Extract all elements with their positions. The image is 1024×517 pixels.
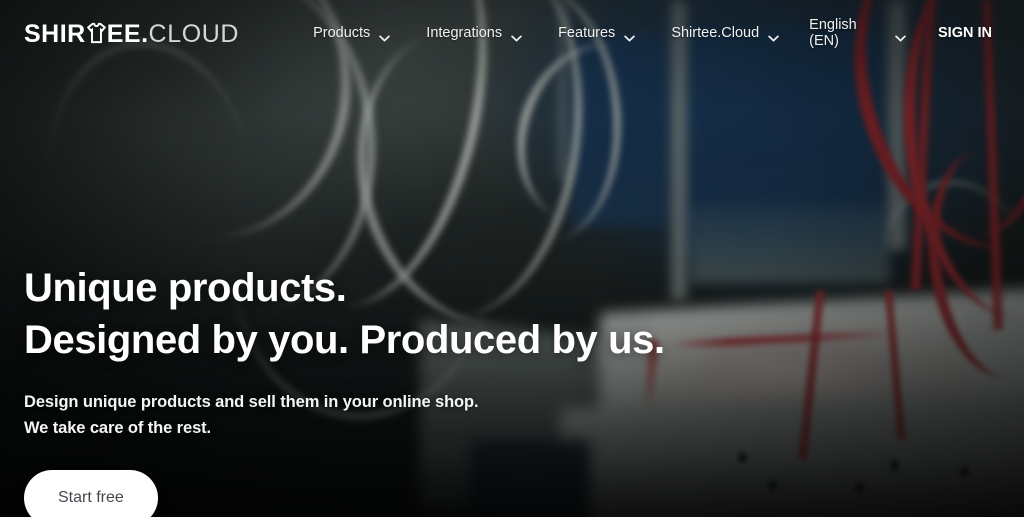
header-actions: English (EN) SIGN IN (797, 11, 1002, 55)
hero-section: SHIR EE . CLOUD Products Integrations Fe… (0, 0, 1024, 517)
chevron-down-icon (768, 30, 779, 41)
site-header: SHIR EE . CLOUD Products Integrations Fe… (0, 0, 1024, 66)
logo-cloud-text: CLOUD (148, 19, 240, 48)
logo-brand-prefix: SHIR (24, 19, 86, 48)
headline-line-2: Designed by you. Produced by us. (24, 318, 665, 362)
sign-in-link[interactable]: SIGN IN (918, 19, 1002, 47)
nav-item-label: Shirtee.Cloud (671, 25, 760, 41)
chevron-down-icon (511, 30, 522, 41)
logo-dot: . (141, 19, 149, 48)
language-label: English (EN) (809, 17, 857, 49)
logo-brand-suffix: EE (106, 19, 142, 48)
chevron-down-icon (624, 30, 636, 41)
logo-brand-text: SHIR EE . (24, 20, 149, 47)
logo[interactable]: SHIR EE . CLOUD (24, 20, 239, 47)
nav-item-products[interactable]: Products (295, 19, 408, 47)
main-navigation: Products Integrations Features Shirtee.C… (295, 19, 797, 47)
headline-line-1: Unique products. (24, 266, 347, 310)
nav-item-shirtee-cloud[interactable]: Shirtee.Cloud (653, 19, 797, 47)
chevron-down-icon (895, 30, 906, 41)
nav-item-integrations[interactable]: Integrations (408, 19, 540, 47)
subtitle-line-2: We take care of the rest. (24, 418, 212, 437)
nav-item-label: Integrations (426, 25, 503, 41)
subtitle-line-1: Design unique products and sell them in … (24, 393, 479, 411)
page-title: Unique products. Designed by you. Produc… (24, 262, 665, 366)
chevron-down-icon (379, 30, 391, 41)
nav-item-label: Products (313, 25, 371, 41)
nav-item-label: Features (558, 25, 616, 41)
hero-subtitle: Design unique products and sell them in … (24, 390, 665, 441)
hero-copy: Unique products. Designed by you. Produc… (24, 262, 665, 441)
nav-item-features[interactable]: Features (540, 19, 653, 47)
language-selector[interactable]: English (EN) (797, 11, 918, 55)
tshirt-icon (86, 22, 107, 44)
start-free-button[interactable]: Start free (24, 470, 158, 517)
